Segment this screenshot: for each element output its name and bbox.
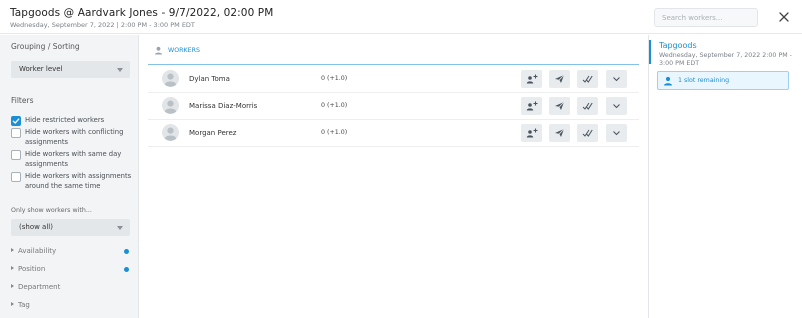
section-label: Availability	[18, 247, 57, 255]
checkbox-checked[interactable]	[11, 116, 21, 126]
worker-row[interactable]: Marissa Diaz-Morris 0 (+1.0)	[148, 93, 639, 120]
only-show-select-value: (show all)	[19, 223, 53, 231]
filters-sidebar: Grouping / Sorting Worker level Filters …	[0, 35, 139, 318]
worker-hours: 0 (+1.0)	[321, 102, 348, 109]
add-person-icon	[526, 101, 538, 111]
open-slot[interactable]: 1 slot remaining	[657, 71, 789, 90]
shift-company: Tapgoods	[659, 41, 697, 50]
chevron-down-icon	[613, 104, 620, 109]
worker-hours: 0 (+1.0)	[321, 75, 348, 82]
modal-header: Tapgoods @ Aardvark Jones - 9/7/2022, 02…	[0, 0, 802, 34]
more-options-button[interactable]	[606, 70, 627, 88]
checkbox[interactable]	[11, 128, 21, 138]
filter-label: Hide workers with same day assignments	[25, 150, 122, 168]
more-options-button[interactable]	[606, 97, 627, 115]
send-offer-button[interactable]	[549, 124, 570, 142]
caret-right-icon	[11, 266, 14, 270]
section-label: Department	[18, 283, 61, 291]
caret-right-icon	[11, 284, 14, 288]
worker-row[interactable]: Morgan Perez 0 (+1.0)	[148, 120, 639, 147]
chevron-down-icon	[613, 77, 620, 82]
worker-name: Morgan Perez	[189, 129, 237, 137]
section-label: Position	[18, 265, 46, 273]
shift-summary-panel: Tapgoods Wednesday, September 7, 2022 2:…	[648, 35, 802, 318]
caret-right-icon	[11, 302, 14, 306]
send-offer-button[interactable]	[549, 70, 570, 88]
confirm-button[interactable]	[577, 70, 598, 88]
filter-label: Hide restricted workers	[25, 116, 105, 124]
grouping-sorting-heading: Grouping / Sorting	[11, 42, 80, 51]
double-check-icon	[582, 129, 593, 137]
tab-underline	[148, 64, 639, 65]
add-person-icon	[526, 74, 538, 84]
avatar	[162, 97, 179, 114]
checkbox[interactable]	[11, 150, 21, 160]
search-workers-input[interactable]	[654, 8, 758, 27]
confirm-button[interactable]	[577, 97, 598, 115]
caret-right-icon	[11, 248, 14, 252]
active-dot-icon	[124, 267, 129, 272]
avatar	[162, 124, 179, 141]
send-icon	[555, 128, 565, 137]
checkbox[interactable]	[11, 172, 21, 182]
tab-label: WORKERS	[168, 47, 201, 54]
person-icon	[664, 76, 672, 86]
checkmark-icon	[12, 118, 20, 124]
shift-subtitle: Wednesday, September 7, 2022 | 2:00 PM -…	[10, 21, 195, 29]
slot-label: 1 slot remaining	[678, 77, 730, 84]
send-icon	[555, 74, 565, 83]
send-offer-button[interactable]	[549, 97, 570, 115]
assign-worker-button[interactable]	[521, 97, 542, 115]
double-check-icon	[582, 75, 593, 83]
double-check-icon	[582, 102, 593, 110]
section-tag[interactable]: Tag	[11, 301, 131, 309]
filter-label: Hide workers with assignments around the…	[25, 172, 132, 190]
grouping-select-value: Worker level	[19, 65, 63, 73]
send-icon	[555, 101, 565, 110]
filters-heading: Filters	[11, 96, 34, 105]
worker-name: Dylan Toma	[189, 75, 230, 83]
worker-hours: 0 (+1.0)	[321, 129, 348, 136]
grouping-select[interactable]: Worker level	[11, 61, 130, 78]
shift-title: Tapgoods @ Aardvark Jones - 9/7/2022, 02…	[10, 7, 274, 19]
assign-worker-button[interactable]	[521, 124, 542, 142]
person-icon	[154, 46, 163, 57]
section-label: Tag	[18, 301, 30, 309]
only-show-label: Only show workers with...	[11, 207, 92, 214]
section-department[interactable]: Department	[11, 283, 131, 291]
confirm-button[interactable]	[577, 124, 598, 142]
accent-bar	[649, 40, 651, 64]
shift-date: Wednesday, September 7, 2022 2:00 PM - 3…	[659, 52, 792, 67]
worker-name: Marissa Diaz-Morris	[189, 102, 258, 110]
chevron-down-icon	[117, 68, 123, 72]
active-dot-icon	[124, 249, 129, 254]
assign-worker-button[interactable]	[521, 70, 542, 88]
filter-label: Hide workers with conflicting assignment…	[25, 128, 124, 146]
section-availability[interactable]: Availability	[11, 247, 131, 255]
close-icon[interactable]	[776, 9, 792, 25]
worker-row[interactable]: Dylan Toma 0 (+1.0)	[148, 66, 639, 93]
avatar	[162, 70, 179, 87]
section-position[interactable]: Position	[11, 265, 131, 273]
add-person-icon	[526, 128, 538, 138]
only-show-select[interactable]: (show all)	[11, 219, 130, 236]
more-options-button[interactable]	[606, 124, 627, 142]
chevron-down-icon	[613, 131, 620, 136]
chevron-down-icon	[117, 226, 123, 230]
workers-panel: WORKERS Dylan Toma 0 (+1.0) Marissa Diaz…	[140, 35, 648, 318]
